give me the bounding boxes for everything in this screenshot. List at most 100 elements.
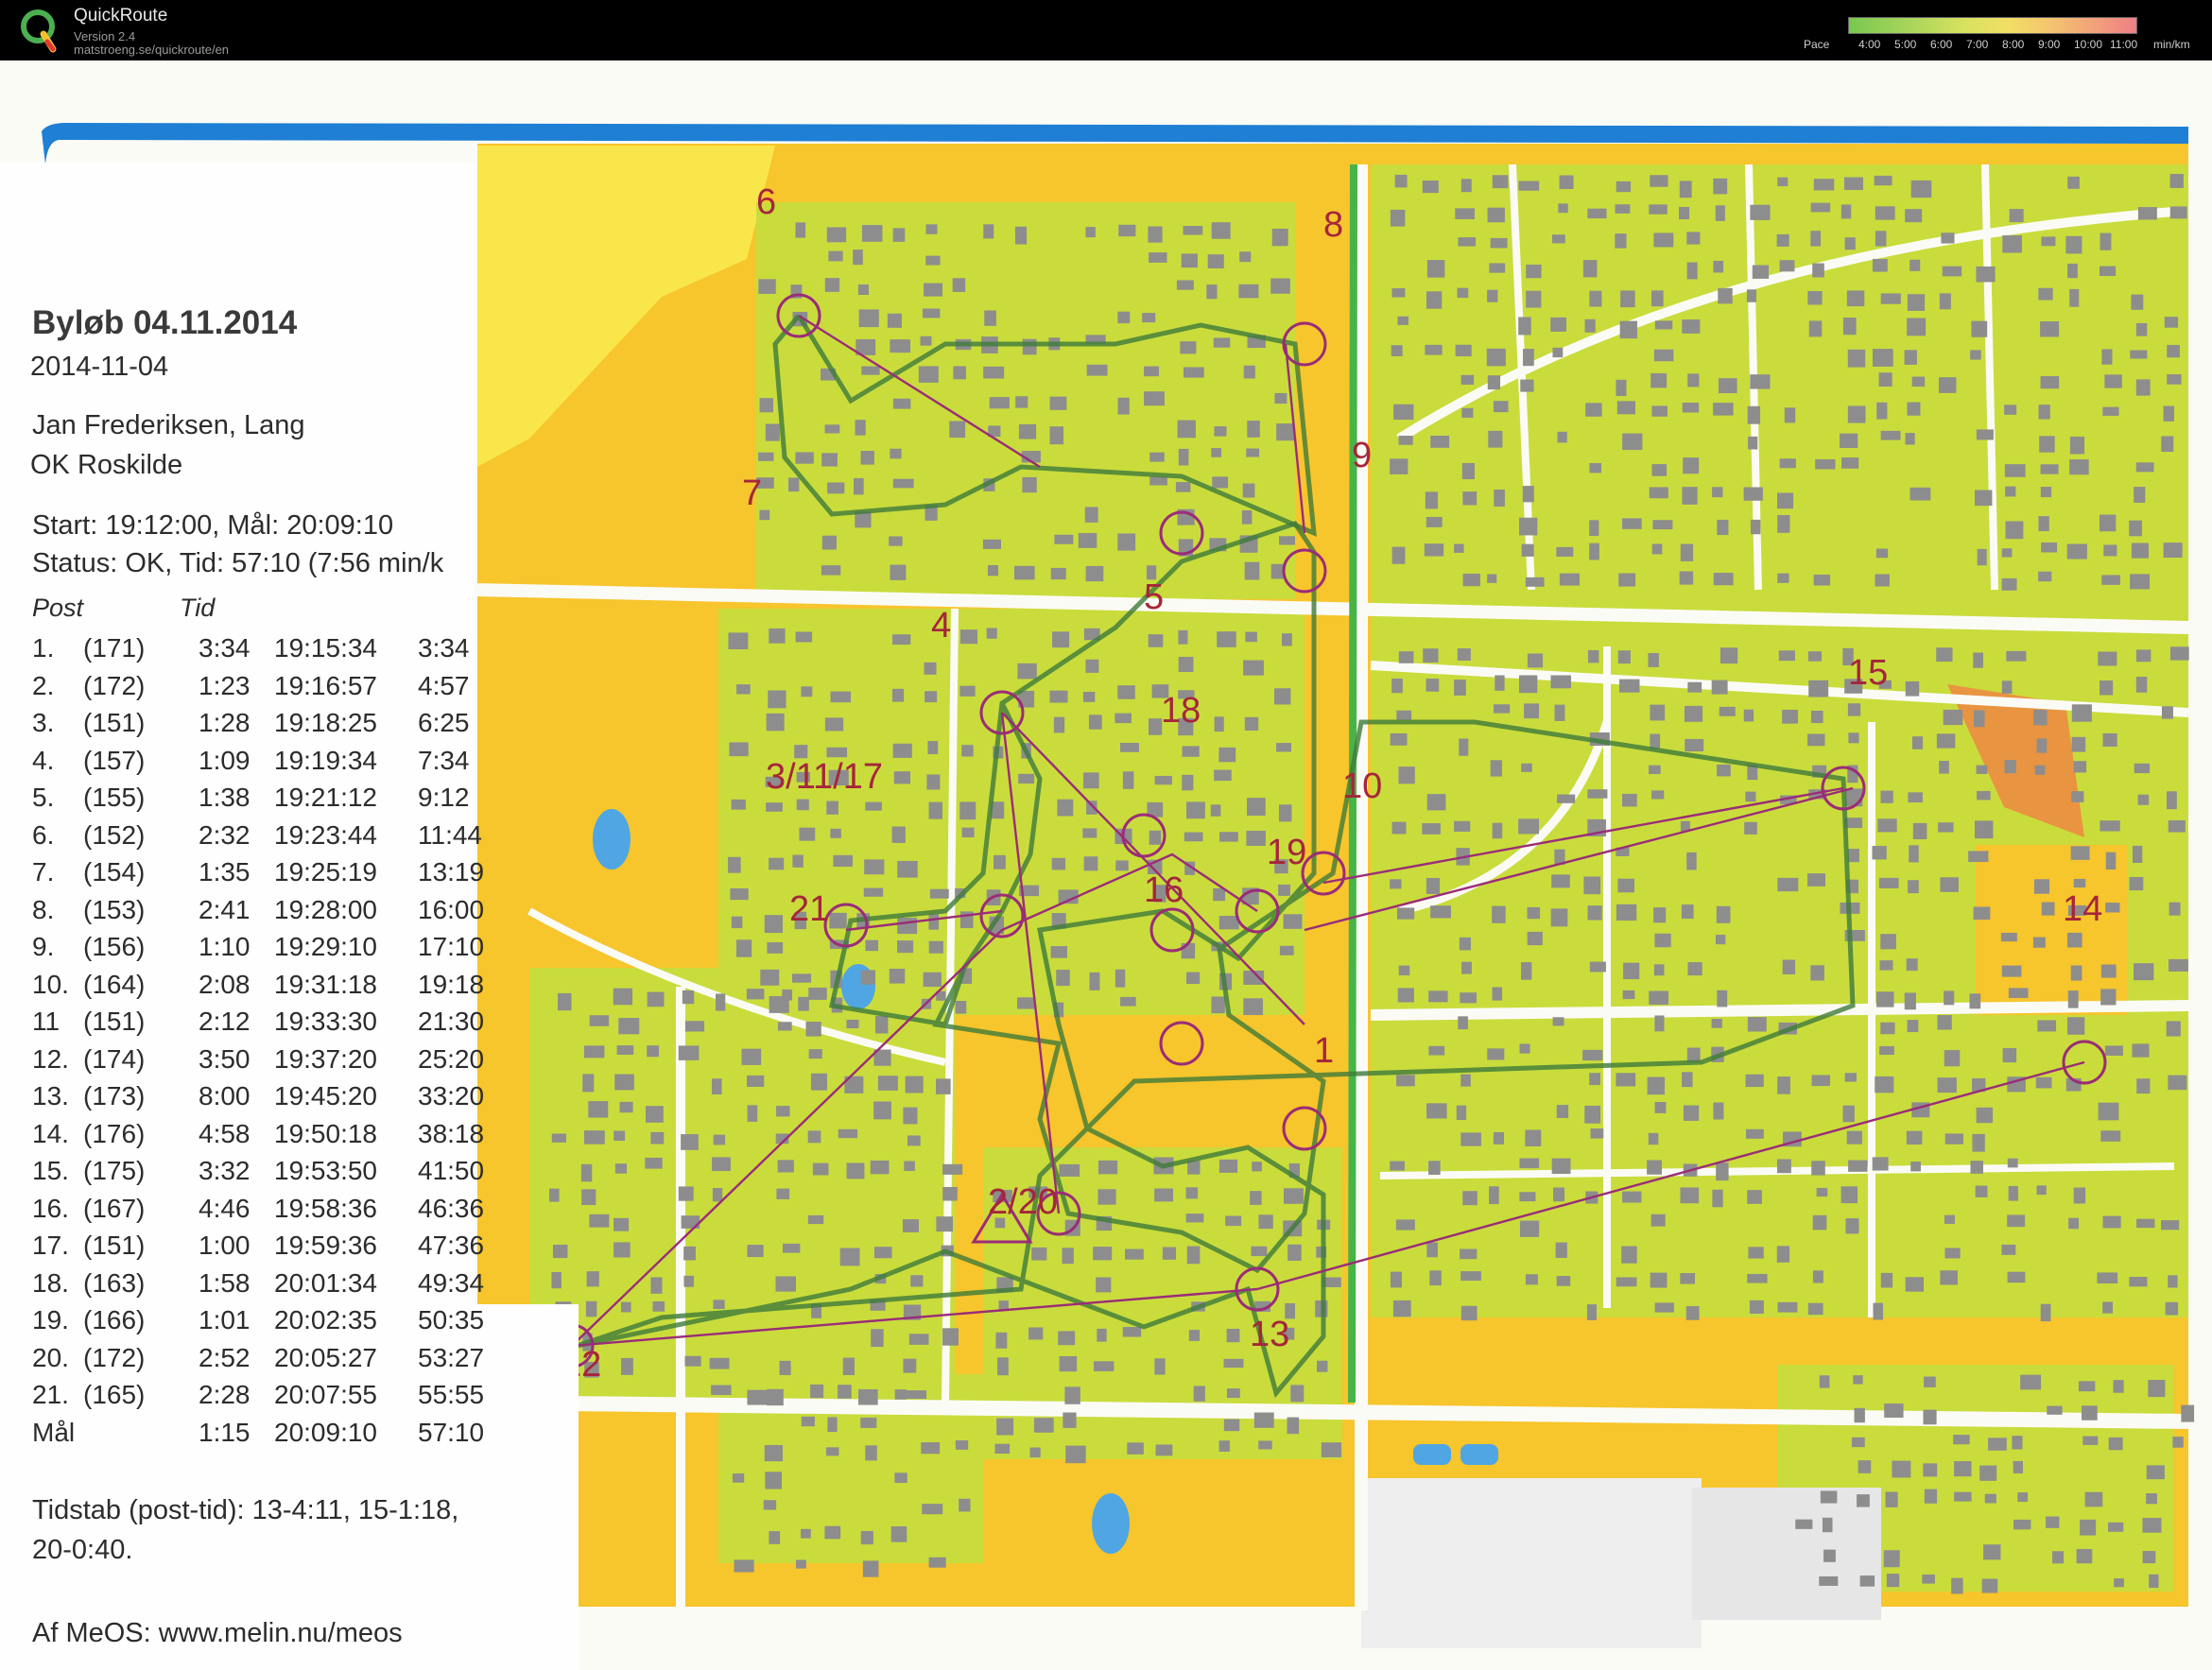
split-n: 19. — [32, 1305, 69, 1334]
split-clock: 20:07:55 — [274, 1380, 377, 1409]
split-n: 6. — [32, 819, 55, 850]
pace-tick: 9:00 — [2038, 38, 2061, 51]
split-leg: 2:32 — [199, 819, 251, 850]
control-number: 5 — [1144, 577, 1164, 617]
control-number: 15 — [1848, 653, 1888, 693]
split-total: 41:50 — [418, 1156, 485, 1185]
split-n: 8. — [32, 894, 55, 924]
split-total: 13:19 — [418, 857, 485, 887]
split-total: 9:12 — [418, 783, 470, 812]
split-leg: 1:15 — [199, 1417, 251, 1447]
control-number: 10 — [1342, 766, 1382, 806]
split-code: (157) — [83, 745, 146, 775]
split-clock: 19:37:20 — [274, 1043, 377, 1074]
split-leg: 1:00 — [199, 1231, 251, 1260]
event-date: 2014-11-04 — [30, 352, 169, 382]
split-clock: 19:50:18 — [274, 1118, 377, 1148]
pond-west — [593, 809, 631, 869]
control-number: 7 — [742, 473, 762, 513]
split-clock: 19:31:18 — [274, 969, 377, 999]
split-leg: 3:34 — [199, 633, 251, 663]
split-leg: 3:32 — [199, 1156, 251, 1185]
split-leg: 3:50 — [199, 1043, 251, 1074]
split-n: 1. — [32, 633, 55, 663]
start-finish-times: Start: 19:12:00, Mål: 20:09:10 — [32, 510, 394, 541]
control-number: 2/20 — [988, 1182, 1058, 1222]
split-leg: 2:08 — [199, 969, 251, 999]
control-number: 3/11/17 — [766, 757, 883, 797]
split-clock: 19:58:36 — [274, 1193, 377, 1223]
split-total: 3:34 — [418, 633, 470, 663]
split-n: 12. — [32, 1043, 69, 1074]
split-code: (163) — [83, 1267, 146, 1298]
split-clock: 20:05:27 — [274, 1342, 377, 1372]
split-clock: 19:18:25 — [274, 708, 377, 737]
split-code: (176) — [83, 1118, 146, 1148]
pace-unit: min/km — [2153, 38, 2190, 51]
split-leg: 1:10 — [199, 932, 251, 961]
split-total: 7:34 — [418, 745, 470, 775]
app-name: QuickRoute — [74, 6, 168, 26]
split-code: (151) — [83, 708, 146, 737]
split-code: (152) — [83, 819, 146, 850]
meos-credit: Af MeOS: www.melin.nu/meos — [32, 1618, 403, 1648]
split-total: 6:25 — [418, 708, 470, 737]
split-total: 49:34 — [418, 1267, 485, 1298]
split-total: 46:36 — [418, 1193, 485, 1223]
split-total: 33:20 — [418, 1081, 485, 1110]
split-clock: 19:33:30 — [274, 1007, 377, 1036]
split-n: 20. — [32, 1342, 69, 1372]
split-n: 15. — [32, 1156, 69, 1185]
split-total: 55:55 — [418, 1380, 485, 1409]
pace-tick: 8:00 — [2002, 38, 2025, 51]
split-code: (165) — [83, 1380, 146, 1409]
split-leg: 1:01 — [199, 1305, 251, 1334]
split-total: 19:18 — [418, 969, 485, 999]
pace-tick: 11:00 — [2110, 38, 2138, 51]
pace-tick: 5:00 — [1894, 38, 1917, 51]
split-total: 57:10 — [418, 1417, 485, 1447]
time-loss-line-1: Tidstab (post-tid): 13-4:11, 15-1:18, — [32, 1495, 459, 1525]
control-number: 6 — [756, 182, 776, 222]
split-clock: 19:21:12 — [274, 783, 377, 812]
split-total: 50:35 — [418, 1305, 485, 1334]
pace-tick: 7:00 — [1966, 38, 1989, 51]
app-version: Version 2.4 — [74, 29, 136, 43]
split-n: 11 — [32, 1007, 60, 1036]
split-clock: 19:19:34 — [274, 745, 377, 775]
split-total: 16:00 — [418, 894, 485, 924]
split-leg: 1:09 — [199, 745, 251, 775]
split-code: (172) — [83, 1342, 146, 1372]
control-number: 16 — [1144, 870, 1184, 910]
split-clock: 19:28:00 — [274, 894, 377, 924]
split-n: Mål — [32, 1417, 76, 1447]
split-total: 21:30 — [418, 1007, 485, 1036]
split-n: 21. — [32, 1380, 69, 1409]
paved-area — [1361, 1478, 1702, 1648]
split-code: (167) — [83, 1193, 146, 1223]
split-clock: 19:25:19 — [274, 857, 377, 887]
status-line: Status: OK, Tid: 57:10 (7:56 min/k — [32, 548, 444, 578]
control-number: 4 — [931, 606, 951, 646]
runner-name: Jan Frederiksen, Lang — [32, 410, 305, 440]
split-n: 4. — [32, 745, 55, 775]
split-clock: 19:16:57 — [274, 670, 377, 700]
split-n: 10. — [32, 969, 69, 999]
split-leg: 1:23 — [199, 670, 251, 700]
pond-south — [1092, 1493, 1130, 1554]
split-n: 17. — [32, 1231, 69, 1260]
column-header-post: Post — [32, 594, 84, 622]
split-code: (174) — [83, 1043, 146, 1074]
basin-2 — [1460, 1444, 1498, 1465]
split-total: 47:36 — [418, 1231, 485, 1260]
control-number: 9 — [1352, 436, 1372, 475]
split-n: 5. — [32, 783, 55, 812]
split-clock: 19:53:50 — [274, 1156, 377, 1185]
basin-1 — [1413, 1444, 1451, 1465]
split-code: (164) — [83, 969, 146, 999]
split-clock: 19:23:44 — [274, 819, 377, 850]
split-clock: 20:01:34 — [274, 1267, 377, 1298]
split-leg: 4:46 — [199, 1193, 251, 1223]
split-total: 4:57 — [418, 670, 470, 700]
app-url: matstroeng.se/quickroute/en — [74, 43, 230, 57]
